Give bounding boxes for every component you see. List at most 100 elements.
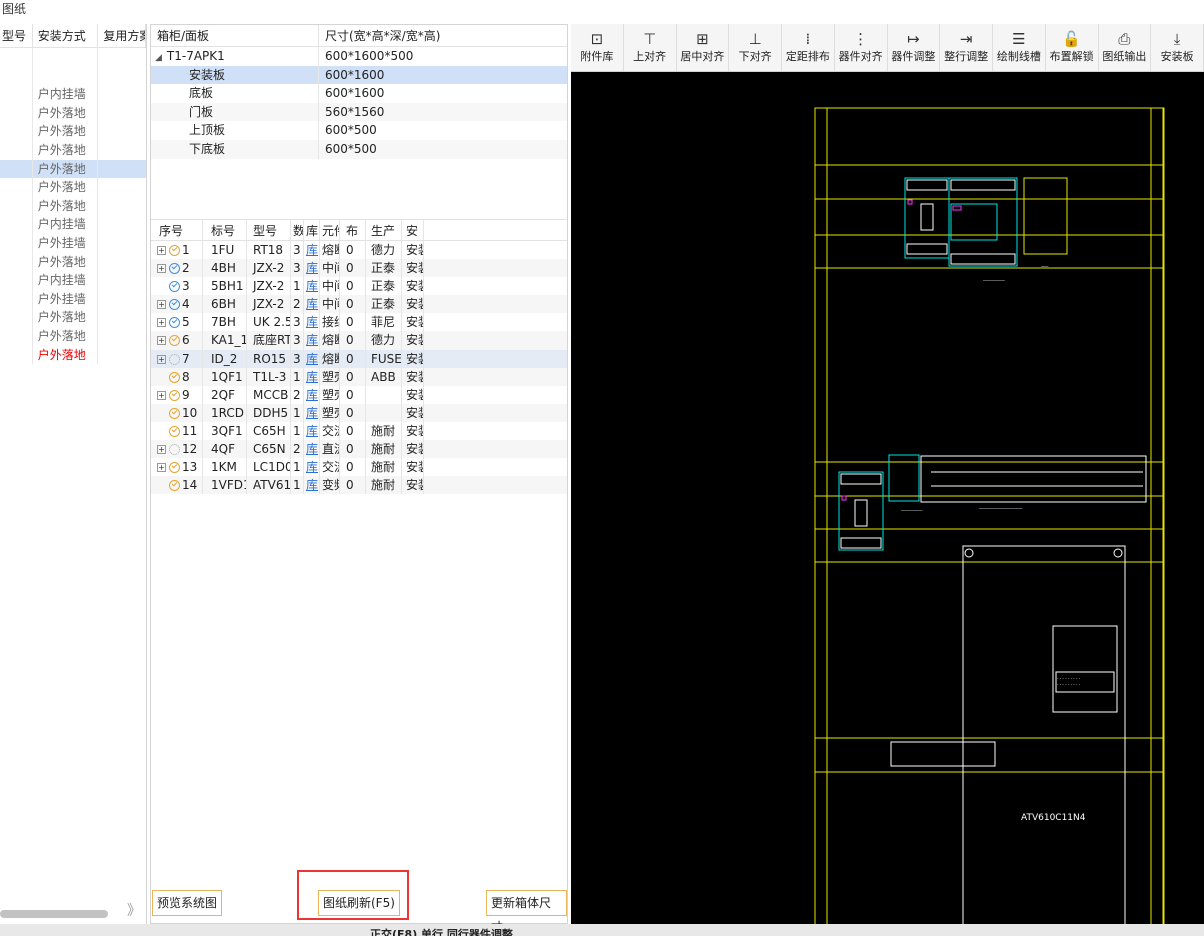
component-row[interactable]: +9 2QFMCCB2库塑壳0 安装 (151, 385, 567, 404)
toolbar-button-device-align[interactable]: ⋮ 器件对齐 (835, 24, 888, 71)
column-header-tag[interactable]: 标号 (203, 220, 247, 240)
toolbar-button-align-top[interactable]: ⊤ 上对齐 (624, 24, 677, 71)
scheme-list-row[interactable]: 户外落地 (0, 122, 146, 141)
expand-icon[interactable] (157, 427, 166, 436)
toolbar-button-unlock-layout[interactable]: 🔓 布置解锁 (1046, 24, 1099, 71)
expand-icon[interactable]: + (157, 318, 166, 328)
column-header-manufacturer[interactable]: 生产 (366, 220, 402, 240)
expand-icon[interactable]: + (157, 463, 166, 473)
component-lib-link[interactable]: 库 (306, 333, 318, 347)
expand-icon[interactable] (157, 373, 166, 382)
toolbar-button-draw-trunking[interactable]: ☰ 绘制线槽 (993, 24, 1046, 71)
component-row[interactable]: 14 1VFD1ATV611库变频0施耐安装 (151, 476, 567, 495)
component-lib-link[interactable]: 库 (306, 297, 318, 311)
component-lib-link[interactable]: 库 (306, 388, 318, 402)
scheme-list-row[interactable]: 户内挂墙 (0, 85, 146, 104)
component-lib-link[interactable]: 库 (306, 406, 318, 420)
expand-icon[interactable]: + (157, 246, 166, 255)
column-header-type[interactable]: 元件 (320, 220, 340, 240)
scheme-list-row[interactable]: 户外落地 (0, 140, 146, 160)
preview-system-button[interactable]: 预览系统图 (152, 890, 223, 916)
scheme-list-row[interactable]: 户外挂墙 (0, 289, 146, 309)
component-row[interactable]: 11 3QF1C65H1库交流0施耐安装 (151, 421, 567, 441)
expand-icon[interactable]: + (157, 264, 166, 274)
component-row[interactable]: +5 7BHUK 2.53库接线0菲尼安装 (151, 313, 567, 332)
toolbar-button-align-center[interactable]: ⊞ 居中对齐 (677, 24, 730, 71)
drawing-canvas[interactable]: ───────── ─── ───────── ────────────────… (571, 72, 1204, 924)
component-lib-link[interactable]: 库 (306, 243, 318, 257)
scheme-list-row[interactable]: 户内挂墙 (0, 215, 146, 234)
column-header-model[interactable]: 型号 (0, 24, 33, 47)
toolbar-button-device-adjust[interactable]: ↦ 器件调整 (888, 24, 941, 71)
component-row[interactable]: +6 KA1_1底座RT3库熔断0德力安装 (151, 331, 567, 350)
column-header-install[interactable]: 安 (402, 220, 424, 240)
column-header-layout[interactable]: 布 (340, 220, 366, 240)
expand-icon[interactable]: + (157, 336, 166, 346)
component-row[interactable]: +13 1KMLC1D01库交流0施耐安装 (151, 458, 567, 477)
column-header-cabinet[interactable]: 箱柜/面板 (151, 25, 318, 46)
toolbar-button-export-drawing[interactable]: ⎙ 图纸输出 (1099, 24, 1152, 71)
cabinet-tree-item[interactable]: 下底板 600*500 (151, 139, 567, 159)
expand-icon[interactable]: + (157, 354, 166, 364)
component-lib-link[interactable]: 库 (306, 478, 318, 492)
toolbar-button-attachment-library[interactable]: ⊡ 附件库 (571, 24, 624, 71)
component-lib-link[interactable]: 库 (306, 370, 318, 384)
component-row[interactable]: +2 4BHJZX-23库中间0正泰安装 (151, 259, 567, 278)
expand-icon[interactable] (157, 409, 166, 418)
scheme-list-row[interactable]: 户外挂墙 (0, 233, 146, 253)
update-box-size-button[interactable]: 更新箱体尺寸 (486, 890, 567, 934)
horizontal-scrollbar[interactable] (0, 910, 108, 918)
cabinet-tree-root[interactable]: ◢ T1-7APK1 600*1600*500 (151, 47, 567, 66)
scheme-list-row[interactable]: 户内挂墙 (0, 271, 146, 290)
toolbar-button-align-bottom[interactable]: ⊥ 下对齐 (729, 24, 782, 71)
column-header-size[interactable]: 尺寸(宽*高*深/宽*高) (318, 25, 440, 46)
cabinet-tree-item[interactable]: 安装板 600*1600 (151, 65, 567, 85)
component-row[interactable]: +4 6BHJZX-22库中间0正泰安装 (151, 295, 567, 314)
column-header-qty[interactable]: 数 (291, 220, 304, 240)
scheme-list-row[interactable] (0, 66, 146, 86)
toolbar-button-row-adjust[interactable]: ⇥ 整行调整 (940, 24, 993, 71)
scroll-right-icon[interactable]: 》 (127, 900, 141, 920)
component-row[interactable]: +1 1FURT183库熔断0德力安装 (151, 241, 567, 260)
component-row[interactable]: +7 ID_2RO153库熔断0FUSE安装 (151, 349, 567, 368)
distribute-icon: ⁞ (805, 30, 811, 48)
component-row[interactable]: 10 1RCDDDH51库塑壳0 安装 (151, 403, 567, 422)
expand-icon[interactable] (157, 282, 166, 291)
component-lib-link[interactable]: 库 (306, 261, 318, 275)
scheme-list-row[interactable]: 户外落地 (0, 196, 146, 216)
component-lib-link[interactable]: 库 (306, 424, 318, 438)
scheme-list-row[interactable] (0, 48, 146, 67)
scheme-list-row[interactable]: 户外落地 (0, 252, 146, 272)
scheme-list-row[interactable]: 户外落地 (0, 159, 146, 179)
column-header-reuse-scheme[interactable]: 复用方案 (98, 24, 146, 47)
expand-icon[interactable]: + (157, 300, 166, 310)
expand-icon[interactable]: + (157, 445, 166, 455)
toolbar-button-distribute[interactable]: ⁞ 定距排布 (782, 24, 835, 71)
column-header-lib[interactable]: 库 (304, 220, 320, 240)
column-header-seq[interactable]: 序号 (151, 220, 203, 240)
cabinet-tree-item[interactable]: 门板 560*1560 (151, 102, 567, 122)
collapse-triangle-icon[interactable]: ◢ (155, 53, 162, 63)
component-row[interactable]: 3 5BH1JZX-21库中间0正泰安装 (151, 277, 567, 296)
scheme-list-row[interactable]: 户外落地 (0, 308, 146, 327)
component-install: 安装 (402, 440, 424, 459)
expand-icon[interactable] (157, 481, 166, 490)
component-lib-link[interactable]: 库 (306, 442, 318, 456)
component-manufacturer: FUSE (366, 349, 402, 368)
expand-icon[interactable]: + (157, 390, 166, 400)
scheme-list-row[interactable]: 户外落地 (0, 103, 146, 123)
component-row[interactable]: 8 1QF1T1L-31库塑壳0ABB安装 (151, 367, 567, 386)
cabinet-tree-item[interactable]: 上顶板 600*500 (151, 121, 567, 140)
toolbar-button-mount-plate[interactable]: ⤓ 安装板 (1151, 24, 1204, 71)
component-row[interactable]: +12 4QFC65N2库直流0施耐安装 (151, 440, 567, 459)
cabinet-tree-item[interactable]: 底板 600*1600 (151, 84, 567, 103)
column-header-model[interactable]: 型号 (247, 220, 291, 240)
scheme-list-row[interactable]: 户外落地 (0, 345, 146, 365)
component-lib-link[interactable]: 库 (306, 315, 318, 329)
scheme-list-row[interactable]: 户外落地 (0, 326, 146, 346)
scheme-list-row[interactable]: 户外落地 (0, 178, 146, 197)
column-header-install-mode[interactable]: 安装方式 (33, 24, 99, 47)
component-lib-link[interactable]: 库 (306, 460, 318, 474)
component-lib-link[interactable]: 库 (306, 352, 318, 366)
component-lib-link[interactable]: 库 (306, 279, 318, 293)
